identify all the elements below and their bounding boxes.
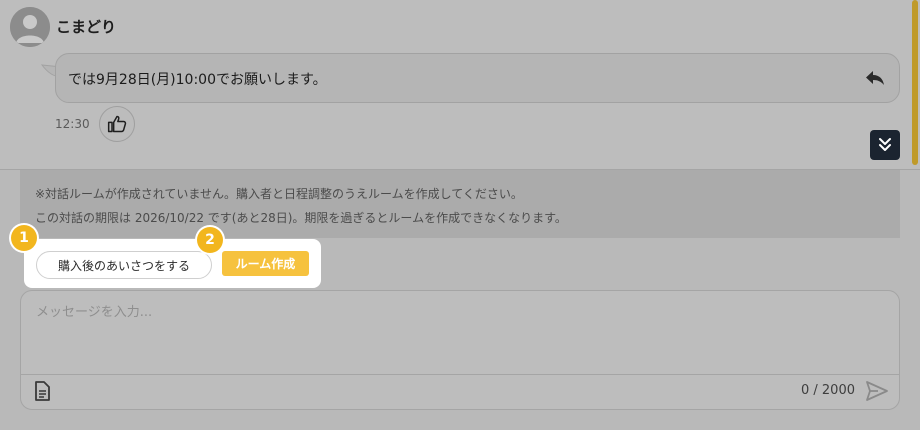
room-notice: ※対話ルームが作成されていません。購入者と日程調整のうえルームを作成してください…: [20, 170, 900, 238]
double-chevron-down-icon: [879, 138, 891, 151]
composer-divider: [21, 374, 899, 375]
message-time: 12:30: [55, 117, 90, 131]
step-badge-2: 2: [197, 227, 223, 253]
thumbs-up-icon: [107, 115, 127, 133]
char-counter: 0 / 2000: [801, 383, 855, 398]
char-count-max: 2000: [821, 383, 855, 398]
char-count-separator: /: [813, 383, 818, 398]
sender-name: こまどり: [56, 18, 117, 36]
scroll-to-bottom-button[interactable]: [870, 130, 900, 160]
send-icon[interactable]: [865, 379, 889, 403]
message-composer: 0 / 2000: [20, 290, 900, 410]
like-button[interactable]: [99, 106, 135, 142]
user-avatar-icon[interactable]: [10, 7, 50, 47]
char-count-current: 0: [800, 383, 810, 398]
create-room-button[interactable]: ルーム作成: [222, 251, 309, 276]
message-text: では9月28日(月)10:00でお願いします。: [68, 72, 327, 88]
notice-line-2: この対話の期限は 2026/10/22 です(あと28日)。期限を過ぎるとルーム…: [35, 211, 567, 225]
step-badge-1: 1: [11, 225, 37, 251]
greeting-button[interactable]: 購入後のあいさつをする: [36, 251, 212, 279]
document-icon[interactable]: [31, 380, 53, 402]
message-bubble: では9月28日(月)10:00でお願いします。: [55, 53, 900, 103]
scrollbar-thumb[interactable]: [912, 0, 918, 165]
message-input[interactable]: [36, 301, 876, 361]
reply-icon[interactable]: [863, 66, 887, 90]
notice-line-1: ※対話ルームが作成されていません。購入者と日程調整のうえルームを作成してください…: [35, 187, 523, 201]
